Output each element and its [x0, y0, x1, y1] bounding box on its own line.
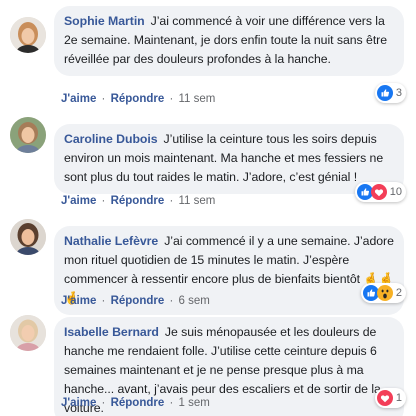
comment-bubble: Sophie Martin J’ai commencé à voir une di… — [54, 6, 404, 76]
avatar[interactable] — [10, 17, 46, 53]
timestamp[interactable]: 11 sem — [178, 93, 215, 105]
reply-link[interactable]: Répondre — [111, 397, 165, 409]
separator-dot: · — [98, 93, 109, 105]
avatar[interactable] — [10, 315, 46, 351]
comment-bubble: Caroline Dubois J’utilise la ceinture tou… — [54, 124, 404, 194]
like-link[interactable]: J'aime — [61, 295, 96, 307]
like-link[interactable]: J'aime — [61, 397, 96, 409]
separator-dot: · — [98, 397, 109, 409]
timestamp[interactable]: 1 sem — [178, 397, 209, 409]
reaction-count: 3 — [395, 87, 402, 99]
wow-icon — [376, 285, 393, 301]
love-icon — [370, 184, 387, 200]
comment-actions: J'aime · Répondre · 11 sem — [61, 93, 215, 105]
love-icon — [376, 390, 393, 406]
separator-dot: · — [166, 397, 177, 409]
separator-dot: · — [98, 295, 109, 307]
like-link[interactable]: J'aime — [61, 93, 96, 105]
reply-link[interactable]: Répondre — [111, 295, 165, 307]
comment-actions: J'aime · Répondre · 1 sem — [61, 397, 210, 409]
reaction-summary[interactable]: 1 — [374, 388, 406, 408]
comment-actions: J'aime · Répondre · 11 sem — [61, 195, 215, 207]
reaction-count: 2 — [395, 287, 402, 299]
reaction-count: 10 — [389, 186, 402, 198]
reaction-summary[interactable]: 2 — [360, 283, 406, 303]
avatar[interactable] — [10, 219, 46, 255]
reaction-summary[interactable]: 10 — [354, 182, 406, 202]
reply-link[interactable]: Répondre — [111, 93, 165, 105]
timestamp[interactable]: 6 sem — [178, 295, 209, 307]
timestamp[interactable]: 11 sem — [178, 195, 215, 207]
like-icon — [376, 85, 393, 101]
reaction-count: 1 — [395, 392, 402, 404]
reply-link[interactable]: Répondre — [111, 195, 165, 207]
separator-dot: · — [166, 93, 177, 105]
like-link[interactable]: J'aime — [61, 195, 96, 207]
comment-author[interactable]: Isabelle Bernard — [64, 325, 159, 339]
separator-dot: · — [98, 195, 109, 207]
reaction-summary[interactable]: 3 — [374, 83, 406, 103]
avatar[interactable] — [10, 117, 46, 153]
comment-author[interactable]: Nathalie Lefèvre — [64, 234, 158, 248]
separator-dot: · — [166, 295, 177, 307]
separator-dot: · — [166, 195, 177, 207]
comment-author[interactable]: Sophie Martin — [64, 14, 145, 28]
comment-author[interactable]: Caroline Dubois — [64, 132, 158, 146]
comment-actions: J'aime · Répondre · 6 sem — [61, 295, 210, 307]
